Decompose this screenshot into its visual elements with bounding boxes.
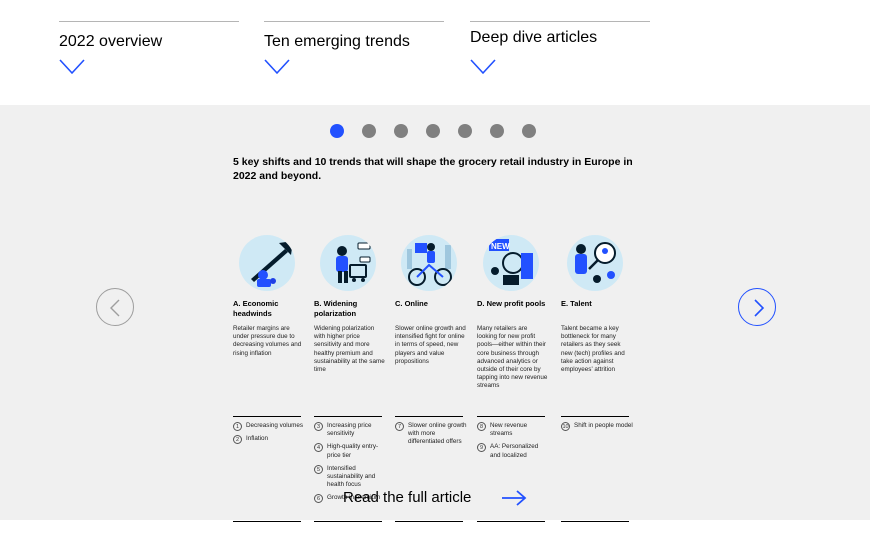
nav-item-2022-overview[interactable]: 2022 overview — [59, 21, 239, 75]
trend-number: 1 — [233, 422, 242, 431]
trend-divider — [395, 416, 463, 417]
nav-item-label: Ten emerging trends — [264, 33, 410, 50]
trend-item: 1 Decreasing volumes — [233, 422, 305, 431]
trend-divider — [314, 416, 382, 417]
top-navigation: 2022 overview Ten emerging trends Deep d… — [0, 0, 870, 105]
trend-number: 4 — [314, 443, 323, 453]
infographic-slide: 5 key shifts and 10 trends that will sha… — [233, 155, 633, 522]
shift-title: D. New profit pools — [477, 299, 546, 308]
carousel-dot-2[interactable] — [362, 124, 376, 138]
trend-number: 2 — [233, 435, 242, 445]
trend-item: 10 Shift in people model — [561, 422, 633, 431]
nav-item-deep-dive-articles[interactable]: Deep dive articles — [470, 21, 650, 75]
shift-description: Many retailers are looking for new profi… — [477, 325, 548, 390]
chevron-right-icon — [754, 299, 765, 317]
chevron-down-icon — [59, 59, 85, 75]
shift-description: Widening polarization with higher price … — [314, 325, 385, 374]
carousel-dot-5[interactable] — [458, 124, 472, 138]
arrow-right-icon — [502, 490, 527, 506]
trend-label: Intensified sustainability and health fo… — [327, 464, 376, 489]
trend-divider — [395, 521, 463, 522]
trend-divider — [561, 521, 629, 522]
trend-item: 9 AA: Personalized and localized — [477, 443, 549, 459]
trend-item: 2 Inflation — [233, 435, 305, 445]
trend-divider — [314, 521, 382, 522]
chevron-left-icon — [110, 299, 120, 317]
shift-title: A. Economic headwinds — [233, 299, 279, 318]
carousel-prev-button[interactable] — [96, 288, 134, 326]
carousel-next-button[interactable] — [738, 288, 776, 326]
nav-item-ten-emerging-trends[interactable]: Ten emerging trends — [264, 21, 444, 75]
trend-divider — [233, 521, 301, 522]
shopper-icon — [320, 235, 376, 291]
nav-item-label: Deep dive articles — [470, 29, 598, 46]
trend-list: 1 Decreasing volumes 2 Inflation — [233, 422, 305, 448]
infographic-title: 5 key shifts and 10 trends that will sha… — [233, 156, 633, 182]
read-full-article-label: Read the full article — [343, 489, 472, 506]
nav-divider — [264, 21, 444, 22]
trend-divider — [561, 416, 629, 417]
trend-number: 7 — [395, 422, 404, 431]
trend-label: Shift in people model — [574, 422, 633, 429]
carousel-dot-3[interactable] — [394, 124, 408, 138]
trend-label: AA: Personalized and localized — [490, 443, 539, 459]
trend-item: 3 Increasing price sensitivity — [314, 422, 386, 438]
trend-label: New revenue streams — [490, 422, 528, 438]
trend-item: 5 Intensified sustainability and health f… — [314, 464, 386, 490]
talent-search-icon — [567, 235, 623, 291]
shift-description: Retailer margins are under pressure due … — [233, 325, 302, 357]
rising-arrow-icon — [239, 235, 295, 291]
trend-number: 5 — [314, 464, 323, 474]
shift-title: C. Online — [395, 299, 428, 308]
nav-divider — [59, 21, 239, 22]
nav-divider — [470, 21, 650, 22]
trend-item: 7 Slower online growth with more differen… — [395, 422, 467, 447]
trend-list: 10 Shift in people model — [561, 422, 633, 435]
trend-item: 4 High-quality entry-price tier — [314, 443, 386, 459]
trend-list: 8 New revenue streams 9 AA: Personalized a… — [477, 422, 549, 465]
trend-number: 10 — [561, 422, 570, 431]
carousel-dot-1[interactable] — [330, 124, 344, 138]
trend-label: High-quality entry-price tier — [327, 443, 379, 459]
carousel-panel: 5 key shifts and 10 trends that will sha… — [0, 105, 870, 522]
new-tag-text: NEW — [491, 242, 510, 251]
trend-number: 9 — [477, 443, 486, 453]
chevron-down-icon — [470, 59, 496, 75]
nav-item-label: 2022 overview — [59, 33, 163, 50]
shift-description: Talent became a key bottleneck for many … — [561, 325, 625, 374]
chevron-down-icon — [264, 59, 290, 75]
trend-label: Slower online growth with more different… — [408, 422, 467, 446]
carousel-pagination — [0, 124, 870, 138]
trend-divider — [477, 416, 545, 417]
carousel-dot-7[interactable] — [522, 124, 536, 138]
trend-list: 7 Slower online growth with more differen… — [395, 422, 467, 452]
delivery-bike-icon — [401, 235, 457, 291]
trend-number: 6 — [314, 494, 323, 504]
trend-divider — [477, 521, 545, 522]
new-profit-icon: NEW — [483, 235, 539, 291]
shift-description: Slower online growth and intensified fig… — [395, 325, 466, 365]
shift-title: B. Widening polarization — [314, 299, 358, 318]
trend-number: 8 — [477, 422, 486, 431]
trend-label: Decreasing volumes — [246, 422, 304, 429]
carousel-dot-4[interactable] — [426, 124, 440, 138]
trend-label: Increasing price sensitivity — [327, 422, 372, 438]
trend-label: Inflation — [246, 435, 269, 443]
carousel-dot-6[interactable] — [490, 124, 504, 138]
trend-item: 8 New revenue streams — [477, 422, 549, 438]
trend-divider — [233, 416, 301, 417]
shift-title: E. Talent — [561, 299, 592, 308]
trend-number: 3 — [314, 422, 323, 431]
